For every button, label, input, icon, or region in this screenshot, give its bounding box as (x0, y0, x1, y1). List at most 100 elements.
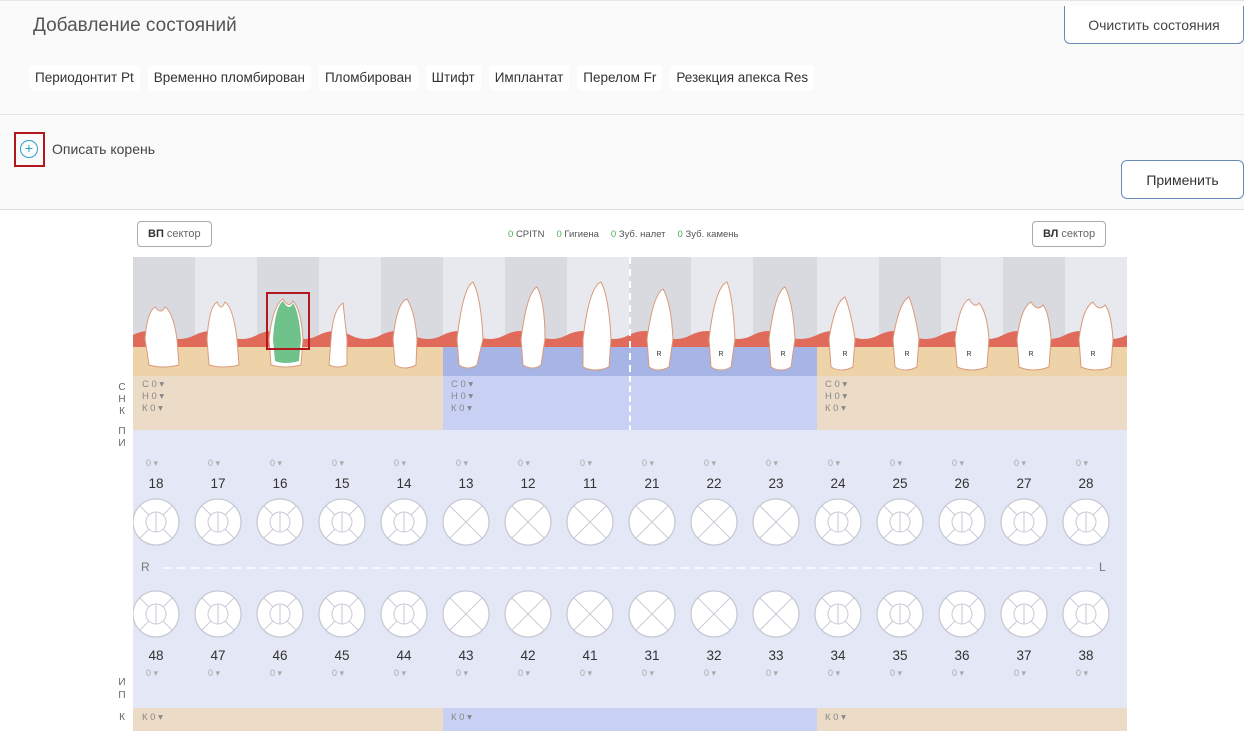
describe-root-link[interactable]: Описать корень (52, 141, 155, 157)
mobility-selector[interactable]: 0 ▾ (208, 458, 220, 469)
mobility-selector[interactable]: 0 ▾ (1076, 668, 1088, 679)
mobility-selector[interactable]: 0 ▾ (704, 458, 716, 469)
tooth-surface-upper[interactable] (1062, 498, 1110, 546)
mobility-selector[interactable]: 0 ▾ (952, 668, 964, 679)
mobility-selector[interactable]: 0 ▾ (1076, 458, 1088, 469)
sector-label: сектор (166, 228, 201, 240)
chip-periodontitis[interactable]: Периодонтит Pt (29, 65, 140, 90)
mobility-selector[interactable]: 0 ▾ (890, 668, 902, 679)
tooth-surface-lower[interactable] (690, 590, 738, 638)
selector-h[interactable]: Н 0 ▾ (451, 391, 473, 402)
tooth-surface-lower[interactable] (876, 590, 924, 638)
tooth-surface-lower[interactable] (380, 590, 428, 638)
tooth-mark: R (966, 351, 971, 358)
mobility-selector[interactable]: 0 ▾ (642, 458, 654, 469)
tooth-mark: R (656, 351, 661, 358)
mobility-selector[interactable]: 0 ▾ (580, 458, 592, 469)
mobility-selector[interactable]: 0 ▾ (1014, 668, 1026, 679)
chip-filled[interactable]: Пломбирован (318, 65, 418, 90)
tooth-number: 14 (396, 476, 412, 491)
tooth-surface-upper[interactable] (628, 498, 676, 546)
selector-c[interactable]: С 0 ▾ (825, 379, 847, 390)
mobility-selector[interactable]: 0 ▾ (270, 458, 282, 469)
tooth-surface-upper[interactable] (566, 498, 614, 546)
tooth-surface-upper[interactable] (318, 498, 366, 546)
tooth-surface-upper[interactable] (1000, 498, 1048, 546)
selector-k[interactable]: К 0 ▾ (451, 712, 472, 723)
tooth-surface-lower[interactable] (814, 590, 862, 638)
tooth-surface-upper[interactable] (504, 498, 552, 546)
tooth-surface-upper[interactable] (938, 498, 986, 546)
selector-k[interactable]: К 0 ▾ (142, 712, 163, 723)
tooth-number: 28 (1078, 476, 1094, 491)
apply-button[interactable]: Применить (1121, 160, 1244, 199)
mobility-selector[interactable]: 0 ▾ (332, 668, 344, 679)
mobility-selector[interactable]: 0 ▾ (394, 668, 406, 679)
sector-label: сектор (1061, 228, 1096, 240)
mobility-selector[interactable]: 0 ▾ (890, 458, 902, 469)
mobility-selector[interactable]: 0 ▾ (766, 668, 778, 679)
tooth-surface-lower[interactable] (132, 590, 180, 638)
tooth-surface-lower[interactable] (504, 590, 552, 638)
mobility-selector[interactable]: 0 ▾ (456, 458, 468, 469)
tooth-surface-lower[interactable] (752, 590, 800, 638)
mobility-selector[interactable]: 0 ▾ (766, 458, 778, 469)
mobility-selector[interactable]: 0 ▾ (146, 668, 158, 679)
selector-c[interactable]: С 0 ▾ (451, 379, 473, 390)
tooth-surface-lower[interactable] (1062, 590, 1110, 638)
tooth-number: 16 (272, 476, 288, 491)
selector-k[interactable]: К 0 ▾ (451, 403, 472, 414)
tooth-surface-lower[interactable] (318, 590, 366, 638)
mobility-selector[interactable]: 0 ▾ (642, 668, 654, 679)
mobility-selector[interactable]: 0 ▾ (1014, 458, 1026, 469)
tooth-surface-lower[interactable] (938, 590, 986, 638)
tooth-surface-lower[interactable] (628, 590, 676, 638)
tooth-surface-upper[interactable] (752, 498, 800, 546)
tooth-surface-upper[interactable] (194, 498, 242, 546)
selector-k[interactable]: К 0 ▾ (142, 403, 163, 414)
mobility-selector[interactable]: 0 ▾ (952, 458, 964, 469)
mobility-selector[interactable]: 0 ▾ (704, 668, 716, 679)
tooth-surface-upper[interactable] (690, 498, 738, 546)
upper-right-sector-button[interactable]: ВП сектор (137, 221, 212, 247)
tooth-surface-lower[interactable] (194, 590, 242, 638)
tooth-surface-lower[interactable] (442, 590, 490, 638)
plus-circle-icon[interactable]: + (20, 140, 38, 158)
mobility-selector[interactable]: 0 ▾ (518, 668, 530, 679)
tooth-surface-lower[interactable] (1000, 590, 1048, 638)
mobility-selector[interactable]: 0 ▾ (580, 668, 592, 679)
mobility-selector[interactable]: 0 ▾ (208, 668, 220, 679)
mobility-selector[interactable]: 0 ▾ (518, 458, 530, 469)
tooth-surface-upper[interactable] (380, 498, 428, 546)
mobility-selector[interactable]: 0 ▾ (828, 458, 840, 469)
mobility-selector[interactable]: 0 ▾ (394, 458, 406, 469)
tooth-number: 35 (892, 648, 908, 663)
mobility-selector[interactable]: 0 ▾ (332, 458, 344, 469)
mobility-selector[interactable]: 0 ▾ (270, 668, 282, 679)
tooth-surface-lower[interactable] (256, 590, 304, 638)
tooth-surface-upper[interactable] (132, 498, 180, 546)
selector-h[interactable]: Н 0 ▾ (825, 391, 847, 402)
upper-left-sector-button[interactable]: ВЛ сектор (1032, 221, 1107, 247)
tooth-number: 27 (1016, 476, 1032, 491)
tooth-surface-upper[interactable] (814, 498, 862, 546)
chip-post[interactable]: Штифт (425, 65, 481, 90)
mobility-selector[interactable]: 0 ▾ (828, 668, 840, 679)
chip-fracture[interactable]: Перелом Fr (577, 65, 663, 90)
clear-conditions-button[interactable]: Очистить состояния (1064, 6, 1244, 44)
chip-apex-resection[interactable]: Резекция апекса Res (670, 65, 815, 90)
mobility-selector[interactable]: 0 ▾ (456, 668, 468, 679)
selector-k[interactable]: К 0 ▾ (825, 403, 846, 414)
tooth-surface-upper[interactable] (442, 498, 490, 546)
mobility-selector[interactable]: 0 ▾ (146, 458, 158, 469)
chip-implant[interactable]: Имплантат (488, 65, 570, 90)
tooth-surface-upper[interactable] (256, 498, 304, 546)
tooth-number: 33 (768, 648, 784, 663)
sector-code: ВП (148, 228, 164, 240)
tooth-surface-upper[interactable] (876, 498, 924, 546)
chip-temporary-filled[interactable]: Временно пломбирован (147, 65, 311, 90)
selector-h[interactable]: Н 0 ▾ (142, 391, 164, 402)
selector-k[interactable]: К 0 ▾ (825, 712, 846, 723)
selector-c[interactable]: С 0 ▾ (142, 379, 164, 390)
tooth-surface-lower[interactable] (566, 590, 614, 638)
